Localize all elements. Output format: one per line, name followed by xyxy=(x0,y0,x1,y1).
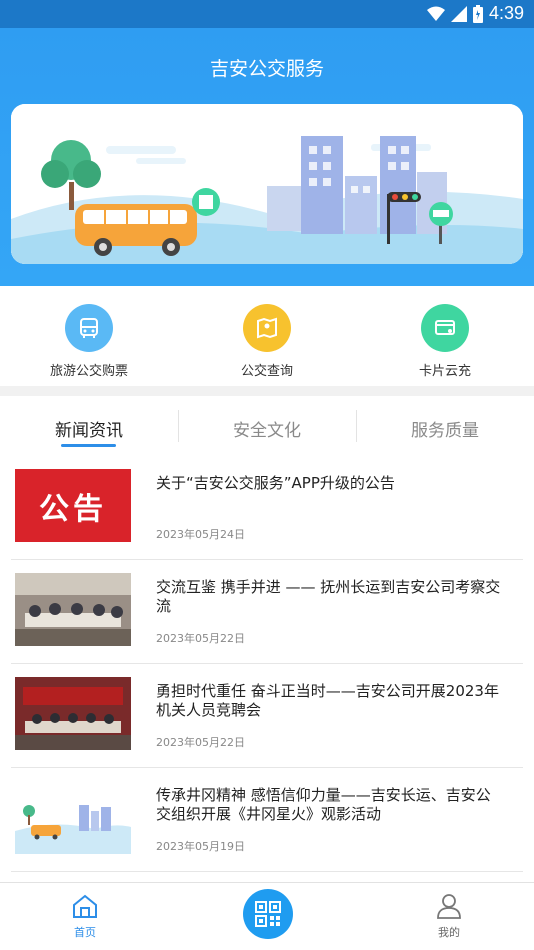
tab-news[interactable]: 新闻资讯 xyxy=(0,416,178,441)
map-book-icon xyxy=(243,304,291,352)
wifi-icon xyxy=(426,6,445,21)
status-bar: 4:39 xyxy=(0,0,534,28)
quick-action-bus-query[interactable]: 公交查询 xyxy=(197,304,337,379)
news-item[interactable]: 交流互鉴 携手并进 —— 抚州长运到吉安公司考察交流 2023年05月22日 xyxy=(11,560,523,664)
active-tab-indicator xyxy=(61,444,116,447)
news-title: 传承井冈精神 感悟信仰力量——吉安长运、吉安公交组织开展《井冈星火》观影活动 xyxy=(156,786,491,823)
nav-mine[interactable]: 我的 xyxy=(419,893,479,940)
status-time: 4:39 xyxy=(488,3,524,23)
signal-icon xyxy=(450,5,467,22)
tab-service-quality[interactable]: 服务质量 xyxy=(356,416,534,441)
news-title: 勇担时代重任 奋斗正当时——吉安公司开展2023年机关人员竞聘会 xyxy=(156,682,499,719)
quick-action-card-recharge[interactable]: 卡片云充 xyxy=(375,304,515,379)
news-date: 2023年05月22日 xyxy=(156,632,245,645)
news-title: 关于“吉安公交服务”APP升级的公告 xyxy=(156,474,395,492)
quick-action-label: 公交查询 xyxy=(240,364,293,379)
news-title: 交流互鉴 携手并进 —— 抚州长运到吉安公司考察交流 xyxy=(156,578,501,615)
banner-illustration[interactable] xyxy=(11,104,523,264)
bottom-nav: 首页 我的 xyxy=(0,882,534,950)
section-divider xyxy=(0,386,534,396)
bus-icon xyxy=(65,304,113,352)
home-icon xyxy=(73,894,97,918)
user-icon xyxy=(437,894,461,919)
news-date: 2023年05月22日 xyxy=(156,736,245,749)
news-thumbnail: 公告 xyxy=(15,469,131,542)
announcement-thumb-text: 公告 xyxy=(39,491,107,527)
quick-action-tour-bus-ticket[interactable]: 旅游公交购票 xyxy=(19,304,159,379)
scan-qr-button[interactable] xyxy=(243,889,293,939)
news-thumbnail xyxy=(15,677,131,750)
page-title: 吉安公交服务 xyxy=(209,58,324,80)
nav-home[interactable]: 首页 xyxy=(55,893,115,940)
news-date: 2023年05月24日 xyxy=(156,528,245,541)
nav-home-label: 首页 xyxy=(74,926,96,939)
news-tabs: 新闻资讯 安全文化 服务质量 xyxy=(0,396,534,456)
battery-icon xyxy=(472,4,483,23)
news-item[interactable]: 公告 关于“吉安公交服务”APP升级的公告 2023年05月24日 xyxy=(11,456,523,560)
quick-action-label: 旅游公交购票 xyxy=(49,364,128,379)
quick-actions: 旅游公交购票 公交查询 卡片云充 xyxy=(0,286,534,386)
news-thumbnail xyxy=(15,573,131,646)
qr-code-icon xyxy=(255,901,281,927)
news-thumbnail xyxy=(15,781,131,854)
header: 吉安公交服务 xyxy=(0,28,534,286)
news-date: 2023年05月19日 xyxy=(156,840,245,853)
quick-action-label: 卡片云充 xyxy=(418,364,471,379)
nav-mine-label: 我的 xyxy=(438,926,460,939)
tab-safety-culture[interactable]: 安全文化 xyxy=(178,416,356,441)
news-item[interactable]: 传承井冈精神 感悟信仰力量——吉安长运、吉安公交组织开展《井冈星火》观影活动 2… xyxy=(11,768,523,872)
card-recharge-icon xyxy=(421,304,469,352)
news-item[interactable]: 勇担时代重任 奋斗正当时——吉安公司开展2023年机关人员竞聘会 2023年05… xyxy=(11,664,523,768)
status-icons: 4:39 xyxy=(426,3,524,24)
city-bus-illustration xyxy=(11,104,523,264)
